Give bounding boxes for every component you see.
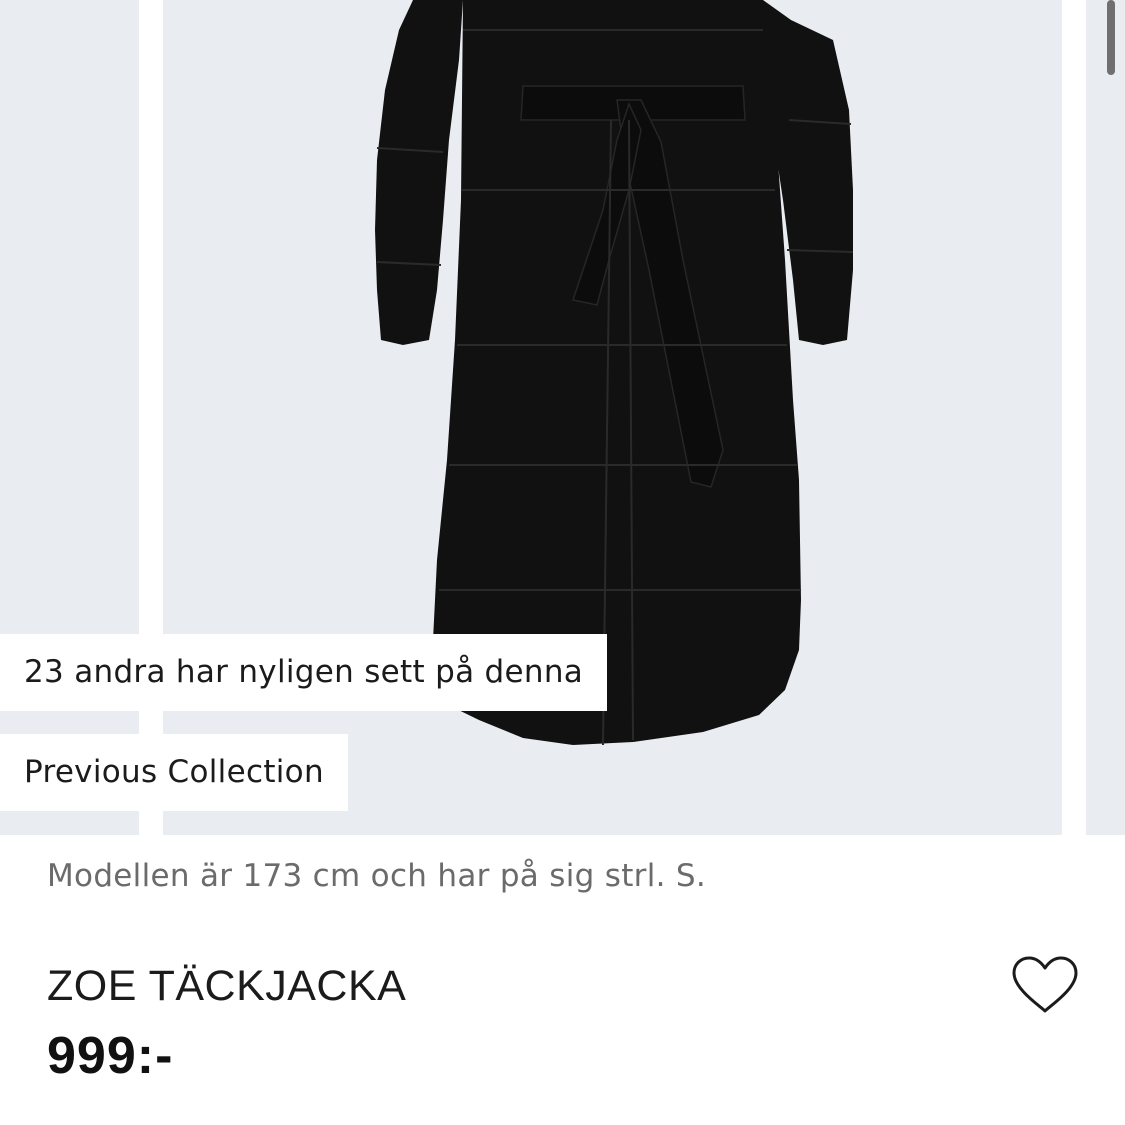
heart-outline-icon	[1012, 956, 1078, 1013]
recently-viewed-text: 23 andra har nyligen sett på denna	[24, 654, 584, 690]
product-image-carousel[interactable]: 23 andra har nyligen sett på denna Previ…	[0, 0, 1125, 835]
collection-text: Previous Collection	[24, 754, 324, 790]
next-image-slide[interactable]	[1086, 0, 1125, 835]
model-size-info: Modellen är 173 cm och har på sig strl. …	[47, 858, 707, 894]
product-page: 23 andra har nyligen sett på denna Previ…	[0, 0, 1125, 1125]
collection-badge: Previous Collection	[0, 734, 348, 811]
product-title: ZOE TÄCKJACKA	[47, 962, 407, 1010]
page-scrollbar[interactable]	[1107, 0, 1115, 75]
wishlist-button[interactable]	[1010, 955, 1080, 1017]
recently-viewed-badge: 23 andra har nyligen sett på denna	[0, 634, 608, 711]
product-price: 999:-	[47, 1027, 174, 1085]
